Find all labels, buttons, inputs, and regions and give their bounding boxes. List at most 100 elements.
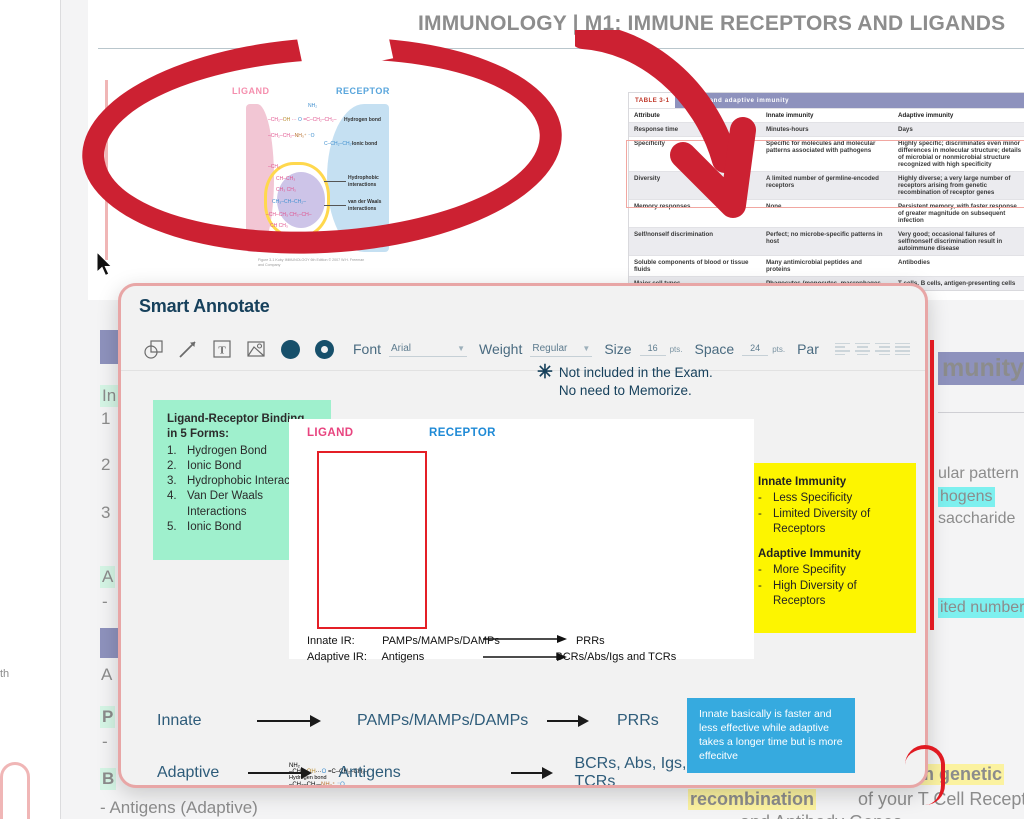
cell: Antibodies [898,259,930,266]
bullet-dash: - [758,507,762,520]
stroke-color-icon[interactable] [307,334,341,364]
weight-value: Regular [532,342,568,354]
cell: Minutes-hours [766,126,809,133]
item-text: Limited Diversity of Receptors [773,507,871,535]
item-number: 3. [167,475,177,488]
bg-left-num-1: 1 [101,409,111,428]
text-icon[interactable]: T [205,334,239,364]
cell: None [766,203,782,210]
mouse-cursor-icon [97,252,113,277]
column-header-adaptive: Adaptive immunity [898,112,954,119]
image-icon[interactable] [239,334,273,364]
red-marker-vertical-stroke [930,340,934,630]
bg-left-item-a: A [100,566,116,588]
ir-value-adaptive: Antigens [381,650,425,663]
item-text: Hydrogen Bond [187,444,267,457]
figure-caption: Figure 3-1 Kuby IMMUNOLOGY 6th Edition ©… [258,258,365,267]
svg-text:T: T [218,345,226,357]
bg-fragment-th: th [0,668,10,680]
align-left-icon[interactable] [834,342,850,356]
align-right-icon[interactable] [874,342,890,356]
font-label: Font [353,341,382,357]
table-row: Soluble components of blood or tissue fl… [629,255,1024,276]
embedded-figure-card[interactable]: LIGAND RECEPTOR NH₂ –CH₂–OH···O =C–CH₂–C… [289,419,754,785]
red-marker-corner-stroke [905,745,945,805]
red-marker-arrow [575,30,756,218]
cell: Perfect; no microbe-specific patterns in… [766,231,883,245]
flow-arrow-4 [510,767,575,779]
bg-antigens-adaptive: - Antigens (Adaptive) [100,798,258,817]
size-label: Size [604,341,632,357]
item-text: Ionic Bond [187,459,242,472]
flow-label-adaptive: Adaptive [157,764,220,781]
weight-select[interactable]: Regular ▼ [530,342,593,357]
cell: A limited number of germline-encoded rec… [766,175,879,189]
asterisk-icon: ✳ [537,362,553,383]
item-text: High Diversity of Receptors [773,579,857,607]
weight-label: Weight [479,341,523,357]
yellow-note-heading-innate: Innate Immunity [758,476,847,488]
font-select[interactable]: Arial ▼ [389,342,468,357]
bg-left-item-b: B [100,768,117,790]
bg-left-item-p: P [100,706,116,728]
bg-line-pathogens: hogens [938,487,995,507]
flow-target-innate: PRRs [617,712,659,729]
font-value: Arial [391,342,412,354]
cell: Specific for molecules and molecular pat… [766,140,876,154]
bg-left-dash-2: - [102,732,108,751]
list-item: - Less Specificity [758,491,904,506]
bg-pink-outline-left [0,762,30,819]
flow-arrow-3 [247,767,339,779]
bg-left-num-2: 2 [101,455,111,474]
flow-diagram: Innate PAMPs/MAMPs/DAMPs PRRs Adaptive A… [157,701,717,785]
bg-left-item-in: In [100,385,119,407]
bg-antibody-genes: and Antibody Genes [740,812,902,819]
item-number: 5. [167,520,177,533]
item-number: 4. [167,490,177,503]
flow-value-innate: PAMPs/MAMPs/DAMPs [357,712,529,729]
smart-annotate-dialog[interactable]: Smart Annotate T Font Arial ▼ Weight Reg… [118,283,928,788]
shapes-icon[interactable] [137,334,171,364]
align-center-icon[interactable] [854,342,870,356]
cell: Very good; occasional failures of self/n… [898,231,1003,252]
flow-value-adaptive: Antigens [338,764,401,781]
innate-list: - Less Specificity - Limited Diversity of … [758,491,904,537]
paragraph-align-group [834,342,910,356]
space-input[interactable]: 24 [742,343,769,356]
align-justify-icon[interactable] [894,342,910,356]
ir-arrows [483,635,567,661]
size-input[interactable]: 16 [639,343,666,356]
exam-note-line2: No need to Memorize. [558,383,692,399]
dialog-title: Smart Annotate [139,296,270,316]
flow-arrow-1 [257,715,357,727]
cell: Soluble components of blood or tissue fl… [634,259,749,273]
space-label: Space [694,341,735,357]
embedded-receptor-label: RECEPTOR [429,427,496,439]
embedded-ligand-label: LIGAND [307,427,354,439]
bullet-dash: - [758,579,762,592]
toolbar-divider [121,370,925,371]
chevron-down-icon: ▼ [582,343,591,353]
size-unit: pts. [669,344,683,354]
paragraph-label: Par [797,341,819,357]
cell: Persistent memory, with faster response … [898,203,1017,224]
list-item: - More Specifity [758,563,904,578]
cell: Many antimicrobial peptides and proteins [766,259,862,273]
ir-label-innate: Innate IR: [307,635,355,647]
fill-color-icon[interactable] [273,334,307,364]
bg-line-saccharide: saccharide [938,510,1016,527]
red-highlight-box [317,451,427,629]
annotation-toolbar: T Font Arial ▼ Weight Regular ▼ Size 16 … [121,328,925,370]
yellow-note-heading-adaptive: Adaptive Immunity [758,548,861,561]
bg-left-num-3: 3 [101,503,111,522]
chevron-down-icon: ▼ [457,343,466,353]
table-row: Self/nonself discrimination Perfect; no … [629,227,1024,255]
yellow-sticky-note[interactable]: Innate Immunity - Less Specificity - Limit… [744,463,916,634]
bg-line-molecular-pattern: ular pattern [938,465,1019,482]
list-item: - Limited Diversity of Receptors [758,507,904,538]
bg-divider [938,412,1024,413]
space-unit: pts. [772,344,786,354]
line-icon[interactable] [171,334,205,364]
flow-label-innate: Innate [157,712,202,729]
cell: Days [898,126,913,133]
